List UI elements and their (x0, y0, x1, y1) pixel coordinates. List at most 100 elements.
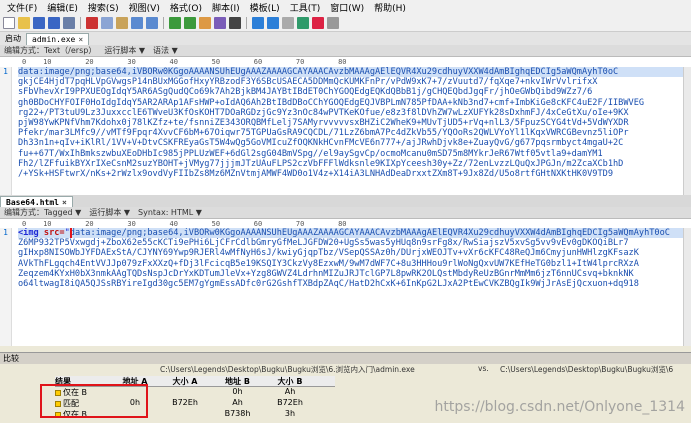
file-tab-bar: 启动 admin.exe × (0, 32, 691, 45)
menu-view[interactable]: 视图(V) (124, 1, 165, 14)
top-pane-header: 编辑方式：Text（/ersp） 运行脚本 ▼ 语法 ▼ (0, 45, 691, 57)
vertical-scrollbar[interactable] (683, 67, 691, 195)
menu-help[interactable]: 帮助(H) (369, 1, 411, 14)
code-line: /+YSk+HSFtwrX/nKs+2rWzlx9ovdVyFIIbZs8Mz6… (18, 168, 613, 179)
settings-icon[interactable] (327, 17, 339, 29)
compare-right-path: C:\Users\Legends\Desktop\Bugku\Bugku浏览\6 (500, 365, 674, 374)
code-line: o64ltwagI8iQA5QJSsRBYireIgd30gc5EM7gYgmE… (18, 278, 639, 289)
code-line: Z6MP932TP5Vxwgdj+ZboX62e55cKCTi9ePHi6LjC… (18, 238, 629, 249)
code-line: gkjCE4HjdT7pqHLVpGVwgsP14nBUxMGGofHxyYRB… (18, 77, 598, 88)
code-line: fu++67T/WxIhBmkszwbuXEoDHbIc985jPPLUzWEF… (18, 148, 603, 159)
base64-data: data:image/png;base64,iVBORw0KGgoAAAANSU… (69, 228, 670, 238)
line-gutter: 1 (0, 228, 12, 346)
run-script-selector[interactable]: 运行脚本 ▼ (89, 207, 130, 218)
run-icon[interactable] (297, 17, 309, 29)
tab-startup[interactable]: 启动 (0, 33, 26, 45)
open-folder-icon[interactable] (18, 17, 30, 29)
save-icon[interactable] (33, 17, 45, 29)
compare-vs-label: vs. (478, 364, 489, 373)
bookmark-icon[interactable] (214, 17, 226, 29)
cell-address-b: B738h (224, 409, 251, 418)
close-icon[interactable]: × (78, 35, 83, 44)
redo-icon[interactable] (146, 17, 158, 29)
paste-icon[interactable] (116, 17, 128, 29)
cell-address-b: Ah (232, 398, 243, 407)
menu-template[interactable]: 模板(L) (245, 1, 285, 14)
cut-icon[interactable] (86, 17, 98, 29)
syntax-selector[interactable]: Syntax: HTML ▼ (138, 208, 202, 217)
menu-search[interactable]: 搜索(S) (83, 1, 124, 14)
watermark: https://blog.csdn.net/Onlyone_1314 (434, 399, 685, 415)
new-file-icon[interactable] (3, 17, 15, 29)
code-line: Pfekr/mar3LMfc9//vMTf9Fpqr4XvvCF6bM+67Oi… (18, 128, 629, 139)
html-attribute: src= (43, 228, 65, 238)
template-icon[interactable] (252, 17, 264, 29)
code-line: Dh33n1n+qIv+iKlRl/1VV+V+DtvCSKFREyaGsT5W… (18, 138, 624, 149)
code-line: Fh2/lZFfuikBYXrIXeCsnM2suzYBOHT+jVMyg77j… (18, 158, 624, 169)
column-address-b[interactable]: 地址 B (210, 376, 265, 386)
code-line: data:image/png;base64,iVBORw0KGgoAAAANSU… (18, 67, 691, 78)
line-number: 1 (3, 228, 8, 237)
run-script-selector[interactable]: 运行脚本 ▼ (104, 45, 145, 56)
edit-mode-selector[interactable]: 编辑方式：Tagged ▼ (4, 207, 81, 218)
menu-window[interactable]: 窗口(W) (325, 1, 369, 14)
replace-icon[interactable] (184, 17, 196, 29)
cell-size-b: Ah (284, 387, 296, 396)
copy-icon[interactable] (101, 17, 113, 29)
save-all-icon[interactable] (48, 17, 60, 29)
cell-address-b: 0h (232, 387, 243, 396)
cell-size-b: 3h (284, 409, 296, 418)
code-area[interactable]: data:image/png;base64,iVBORw0KGgoAAAANSU… (18, 67, 691, 179)
img-tag-highlight: <img src=" (18, 228, 72, 239)
stop-icon[interactable] (312, 17, 324, 29)
undo-icon[interactable] (131, 17, 143, 29)
compare-rows-highlight (40, 384, 148, 418)
print-icon[interactable] (63, 17, 75, 29)
menu-edit[interactable]: 编辑(E) (42, 1, 83, 14)
code-line: gIHxp8NISOWbJYFDAExStA/CJYNY69Ywp9RJERl4… (18, 248, 639, 259)
column-ruler: 0 10 20 30 40 50 60 70 80 (0, 57, 691, 67)
toolbar (0, 15, 691, 32)
code-line: AVkThFLgqch4EntVVJJp079zFxXXzQ+fDj3lFcic… (18, 258, 639, 269)
code-line: gh0BDoCHYFOIF0HoIdgIdqY5AR2ARAp1AFsHWP+o… (18, 97, 645, 108)
code-line: pjW98YwKPNfVhm7Kdohx0j78lKZfz+te/fsnniZE… (18, 117, 629, 128)
bottom-pane-header: 编辑方式：Tagged ▼ 运行脚本 ▼ Syntax: HTML ▼ (0, 207, 691, 219)
script-icon[interactable] (267, 17, 279, 29)
line-gutter: 1 (0, 67, 12, 195)
toolbar-divider (246, 17, 247, 29)
edit-mode-selector[interactable]: 编辑方式：Text（/ersp） (4, 45, 96, 56)
code-area[interactable]: <img src="data:image/png;base64,iVBORw0K… (18, 228, 691, 289)
goto-icon[interactable] (199, 17, 211, 29)
tab-admin-exe[interactable]: admin.exe × (26, 33, 90, 45)
column-size-a[interactable]: 大小 A (160, 376, 210, 386)
top-text-editor[interactable]: 1 data:image/png;base64,iVBORw0KGgoAAAAN… (0, 67, 691, 195)
compare-icon[interactable] (282, 17, 294, 29)
bottom-text-editor[interactable]: 1 <img src="data:image/png;base64,iVBORw… (0, 228, 691, 346)
column-size-b[interactable]: 大小 B (265, 376, 315, 386)
html-tag: <img (18, 228, 39, 238)
cell-size-a: B72Eh (172, 398, 198, 407)
tab-base64-html[interactable]: Base64.html × (0, 196, 73, 207)
compare-left-path: C:\Users\Legends\Desktop\Bugku\Bugku浏览\6… (160, 365, 415, 374)
find-icon[interactable] (169, 17, 181, 29)
cell-size-a (160, 409, 210, 420)
code-line: Zeqzem4KYxH0bX3nmkAAgTQDsNspJcDrYxKDTumJ… (18, 268, 634, 279)
menu-file[interactable]: 文件(F) (2, 1, 42, 14)
menu-script[interactable]: 脚本(I) (207, 1, 245, 14)
menu-format[interactable]: 格式(O) (165, 1, 207, 14)
toolbar-divider (163, 17, 164, 29)
tab-label: Base64.html (6, 198, 59, 207)
syntax-selector[interactable]: 语法 ▼ (153, 45, 178, 56)
tab-label: admin.exe (32, 35, 76, 44)
code-line: sFbVhevXrI9PPXUEOgIdqY5AR6ASgQudQCo69k7A… (18, 87, 593, 98)
vertical-scrollbar[interactable] (683, 228, 691, 346)
hex-view-icon[interactable] (229, 17, 241, 29)
cell-size-b: B72Eh (277, 398, 303, 407)
close-icon[interactable]: × (62, 198, 67, 207)
menu-tools[interactable]: 工具(T) (285, 1, 326, 14)
compare-panel-title: 比较 (0, 352, 691, 364)
cell-size-a (160, 387, 210, 398)
code-line: rg22+/PT3tuU9Lz3JuxxcclE6TWveU3KfOsKOHT7… (18, 107, 629, 118)
menu-bar: 文件(F) 编辑(E) 搜索(S) 视图(V) 格式(O) 脚本(I) 模板(L… (0, 0, 691, 15)
toolbar-divider (80, 17, 81, 29)
